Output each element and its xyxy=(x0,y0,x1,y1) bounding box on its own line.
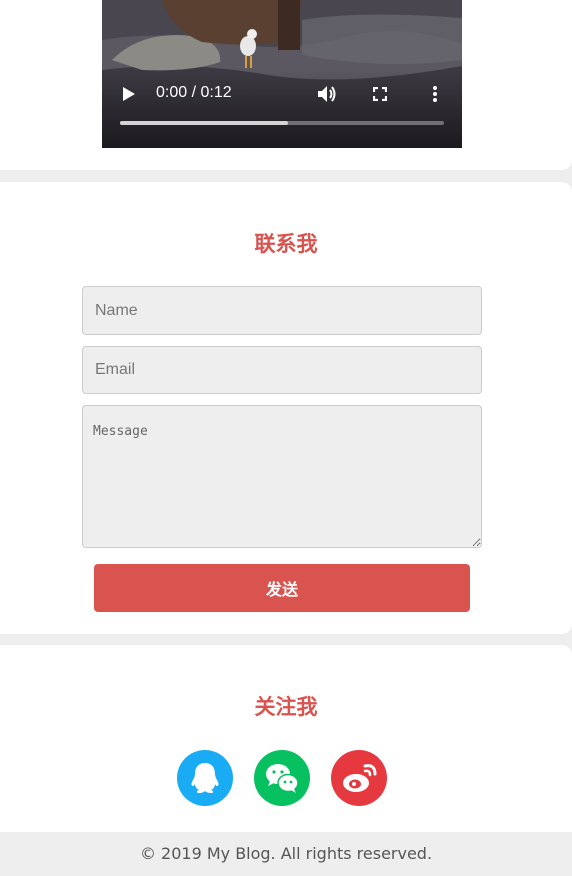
play-icon[interactable] xyxy=(122,86,136,107)
contact-title: 联系我 xyxy=(254,232,318,256)
wechat-icon[interactable] xyxy=(254,750,310,806)
video-player[interactable]: 0:00 / 0:12 xyxy=(102,0,462,148)
message-field[interactable] xyxy=(82,405,482,548)
progress-bar[interactable] xyxy=(120,121,444,125)
video-controls: 0:00 / 0:12 xyxy=(102,70,462,148)
qq-icon[interactable] xyxy=(177,750,233,806)
follow-section: 关注我 xyxy=(0,645,572,835)
volume-icon[interactable] xyxy=(317,85,337,108)
send-button[interactable]: 发送 xyxy=(94,564,470,612)
time-display: 0:00 / 0:12 xyxy=(156,84,232,101)
video-section: 0:00 / 0:12 xyxy=(0,0,572,170)
more-vert-icon[interactable] xyxy=(432,86,438,107)
buffered-fill xyxy=(120,121,289,125)
contact-section: 联系我 发送 xyxy=(0,182,572,634)
name-field[interactable] xyxy=(82,286,482,335)
weibo-icon[interactable] xyxy=(331,750,387,806)
copyright-text: © 2019 My Blog. All rights reserved. xyxy=(139,844,433,863)
footer: © 2019 My Blog. All rights reserved. xyxy=(0,832,572,872)
email-field[interactable] xyxy=(82,346,482,394)
follow-title: 关注我 xyxy=(254,695,318,719)
fullscreen-icon[interactable] xyxy=(372,86,388,106)
